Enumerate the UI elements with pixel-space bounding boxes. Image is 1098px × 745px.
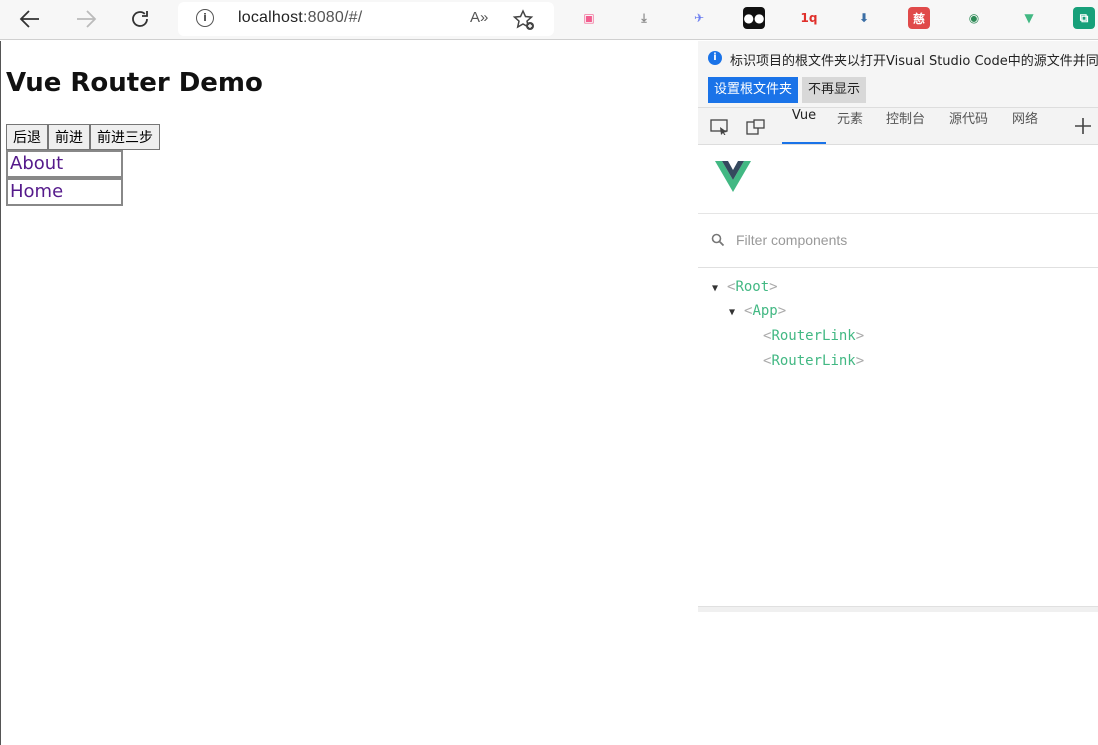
back-history-button[interactable]: 后退: [6, 124, 48, 150]
browser-toolbar: i localhost:8080/#/ A» ▣ ⤓ ✈ ●● 1q ⬇ 慈 ◉ ▼ ⧉: [0, 0, 1098, 40]
copy-icon[interactable]: ⧉: [1073, 7, 1095, 29]
device-toolbar-icon[interactable]: [746, 119, 766, 139]
refresh-button[interactable]: [124, 4, 156, 34]
workspace-notice: i 标识项目的根文件夹以打开Visual Studio Code中的源文件并同 …: [698, 41, 1098, 107]
tab-network[interactable]: 网络: [1012, 108, 1038, 144]
back-button[interactable]: [14, 4, 46, 34]
dont-show-again-button[interactable]: 不再显示: [802, 77, 867, 103]
devtools-panel: i 标识项目的根文件夹以打开Visual Studio Code中的源文件并同 …: [698, 41, 1098, 745]
swift-bird-icon[interactable]: ✈: [688, 7, 710, 29]
iq-icon[interactable]: 1q: [798, 7, 820, 29]
address-bar[interactable]: i localhost:8080/#/ A»: [178, 2, 554, 36]
forward-three-steps-button[interactable]: 前进三步: [90, 124, 160, 150]
devtools-tabbar: Vue 元素 控制台 源代码 网络: [698, 107, 1098, 145]
download-icon[interactable]: ⤓: [633, 7, 655, 29]
tampermonkey-icon[interactable]: ●●: [743, 7, 765, 29]
forward-history-button[interactable]: 前进: [48, 124, 90, 150]
panel-divider[interactable]: [698, 606, 1098, 612]
home-link[interactable]: Home: [6, 178, 123, 206]
vue-devtools-icon[interactable]: ▼: [1018, 7, 1040, 29]
filter-placeholder: Filter components: [736, 232, 848, 248]
vue-logo-icon: [715, 161, 751, 192]
page-title: Vue Router Demo: [6, 68, 263, 98]
vue-devtools-header: [698, 145, 1098, 214]
tab-elements[interactable]: 元素: [837, 108, 863, 144]
tab-console[interactable]: 控制台: [886, 108, 925, 144]
red-tag-icon[interactable]: 慈: [908, 7, 930, 29]
add-favorite-icon[interactable]: [512, 8, 536, 36]
site-info-icon[interactable]: i: [196, 9, 214, 27]
tree-node-app[interactable]: ▼ <App>: [729, 301, 786, 321]
inspect-element-icon[interactable]: [710, 119, 730, 139]
read-aloud-icon[interactable]: A»: [470, 9, 488, 26]
tree-node-root[interactable]: ▼ <Root>: [712, 277, 778, 297]
set-root-folder-button[interactable]: 设置根文件夹: [708, 77, 799, 103]
search-icon: [711, 233, 725, 247]
save-page-icon[interactable]: ⬇: [853, 7, 875, 29]
component-filter[interactable]: Filter components: [698, 215, 1098, 268]
page-content: Vue Router Demo 后退 前进 前进三步 About Home: [0, 41, 698, 745]
expand-triangle-icon[interactable]: ▼: [729, 303, 739, 323]
tree-node-routerlink[interactable]: <RouterLink>: [763, 351, 864, 371]
about-link[interactable]: About: [6, 150, 123, 178]
tree-node-routerlink[interactable]: <RouterLink>: [763, 326, 864, 346]
url-text[interactable]: localhost:8080/#/: [238, 9, 362, 27]
tab-vue[interactable]: Vue: [782, 108, 826, 144]
forward-arrow-icon: [77, 10, 97, 28]
info-icon: i: [708, 51, 722, 65]
bilibili-icon[interactable]: ▣: [578, 7, 600, 29]
globe-icon[interactable]: ◉: [963, 7, 985, 29]
forward-button[interactable]: [70, 4, 102, 34]
notice-text: 标识项目的根文件夹以打开Visual Studio Code中的源文件并同: [730, 54, 1098, 69]
add-tab-icon[interactable]: [1074, 117, 1092, 139]
back-arrow-icon: [19, 10, 39, 28]
refresh-icon: [132, 11, 148, 27]
expand-triangle-icon[interactable]: ▼: [712, 279, 722, 299]
history-buttons: 后退 前进 前进三步: [6, 124, 160, 150]
tab-sources[interactable]: 源代码: [949, 108, 988, 144]
